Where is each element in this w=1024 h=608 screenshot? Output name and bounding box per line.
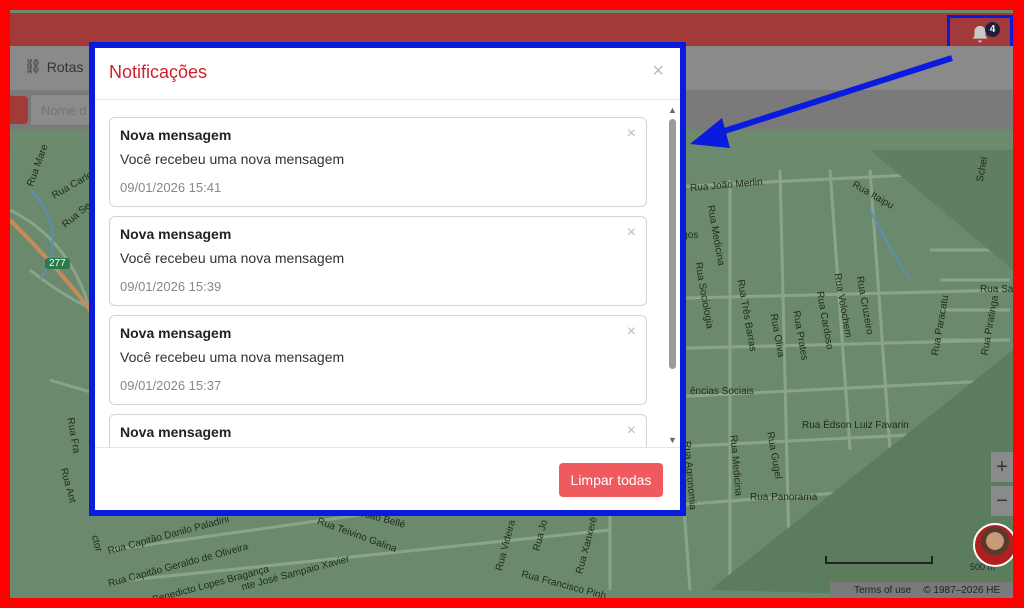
scroll-up-icon[interactable]: ▲ <box>668 105 677 115</box>
street-label: ências Sociais <box>690 386 754 397</box>
zoom-in-button[interactable]: + <box>991 452 1013 482</box>
notifications-list-container[interactable]: Nova mensagem Você recebeu uma nova mens… <box>95 101 680 447</box>
notification-message: Você recebeu uma nova mensagem <box>120 151 345 167</box>
map-footer: Terms of use © 1987–2026 HE <box>830 582 1013 598</box>
notification-message: Você recebeu uma nova mensagem <box>120 349 345 365</box>
dismiss-notification-icon[interactable]: × <box>627 224 636 242</box>
scroll-down-icon[interactable]: ▼ <box>668 435 677 445</box>
route-icon: ⛓ <box>24 58 42 74</box>
dismiss-notification-icon[interactable]: × <box>627 125 636 143</box>
modal-footer: Limpar todas <box>95 447 680 510</box>
notification-title: Nova mensagem <box>120 325 232 341</box>
dismiss-notification-icon[interactable]: × <box>627 323 636 341</box>
top-bar: 4 <box>10 10 1013 55</box>
scale-bar <box>825 556 933 564</box>
scrollbar[interactable]: ▲ ▼ <box>667 105 677 445</box>
notification-time: 09/01/2026 15:41 <box>120 180 222 195</box>
support-avatar[interactable] <box>973 523 1013 567</box>
zoom-out-button[interactable]: − <box>991 486 1013 516</box>
notification-title: Nova mensagem <box>120 424 232 440</box>
scrollbar-thumb[interactable] <box>669 119 676 369</box>
notification-time: 09/01/2026 15:39 <box>120 279 222 294</box>
copyright-text: © 1987–2026 HE <box>923 584 1001 596</box>
modal-header: Notificações × <box>95 48 680 100</box>
notification-title: Nova mensagem <box>120 127 232 143</box>
notification-title: Nova mensagem <box>120 226 232 242</box>
notifications-modal: Notificações × Nova mensagem Você recebe… <box>89 42 686 516</box>
notification-card: Nova mensagem × <box>109 414 647 447</box>
notification-card: Nova mensagem Você recebeu uma nova mens… <box>109 315 647 405</box>
street-label: Rua Édson Luiz Favarin <box>802 420 909 431</box>
street-label: Rua Sa <box>980 284 1013 295</box>
notification-message: Você recebeu uma nova mensagem <box>120 250 345 266</box>
highway-shield: 277 <box>45 258 70 269</box>
bell-icon[interactable]: 4 <box>969 22 1000 46</box>
dismiss-notification-icon[interactable]: × <box>627 422 636 440</box>
notification-card: Nova mensagem Você recebeu uma nova mens… <box>109 216 647 306</box>
modal-title: Notificações <box>109 62 208 82</box>
notifications-list: Nova mensagem Você recebeu uma nova mens… <box>109 117 647 447</box>
notification-time: 09/01/2026 15:37 <box>120 378 222 393</box>
notification-card: Nova mensagem Você recebeu uma nova mens… <box>109 117 647 207</box>
clear-all-button[interactable]: Limpar todas <box>559 463 663 497</box>
search-toggle-button[interactable] <box>10 96 28 124</box>
nav-item-rotas-label: Rotas <box>46 58 84 75</box>
nav-item-rotas[interactable]: ⛓ Rotas <box>24 58 83 75</box>
close-icon[interactable]: × <box>652 60 664 83</box>
notification-count-badge: 4 <box>985 22 1000 37</box>
terms-link[interactable]: Terms of use <box>854 585 911 596</box>
street-label: Rua Panorama <box>750 492 818 503</box>
